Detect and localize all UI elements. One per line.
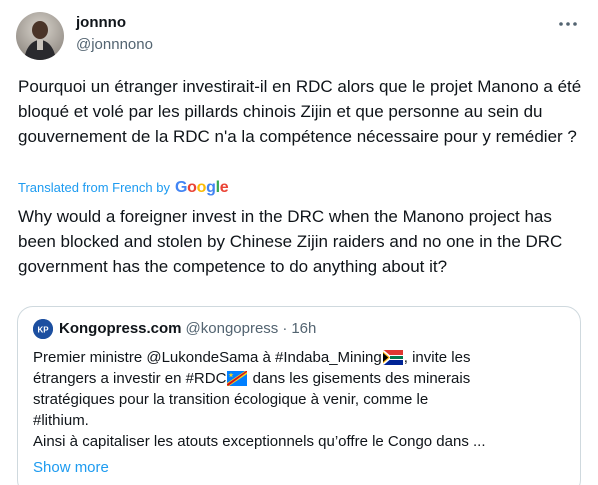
show-more-link[interactable]: Show more bbox=[33, 457, 109, 478]
author-info: jonnno @jonnnono bbox=[76, 13, 153, 55]
tweet-card: jonnno @jonnnono Pourquoi un étranger in… bbox=[0, 0, 598, 485]
translated-from-label[interactable]: Translated from French by bbox=[18, 179, 170, 197]
more-options-button[interactable] bbox=[556, 14, 580, 34]
more-horizontal-icon bbox=[559, 22, 577, 26]
quoted-tweet[interactable]: KP Kongopress.com @kongopress · 16h Prem… bbox=[17, 306, 581, 485]
avatar-photo-icon bbox=[16, 12, 64, 60]
quote-line-3: stratégiques pour la transition écologiq… bbox=[33, 391, 429, 408]
quote-line-5: Ainsi à capitaliser les atouts exception… bbox=[33, 433, 486, 450]
quote-avatar-text: KP bbox=[37, 326, 49, 335]
google-logo: Google bbox=[174, 179, 229, 196]
author-handle[interactable]: @jonnnono bbox=[76, 35, 153, 55]
quote-line-1: Premier ministre @LukondeSama à #Indaba_… bbox=[33, 347, 563, 368]
kongopress-logo-svg: KP bbox=[33, 319, 53, 339]
south-africa-flag-icon bbox=[382, 350, 403, 365]
quote-timestamp[interactable]: 16h bbox=[291, 319, 316, 339]
translation-attribution: Translated from French by Google bbox=[18, 179, 229, 197]
quote-handle[interactable]: @kongopress bbox=[186, 319, 279, 339]
author-avatar[interactable] bbox=[16, 12, 64, 60]
quote-display-name[interactable]: Kongopress.com bbox=[59, 319, 182, 339]
quote-line-2-end: dans les gisements des minerais bbox=[248, 370, 471, 387]
quote-line-1-end: , invite les bbox=[403, 349, 471, 366]
author-display-name[interactable]: jonnno bbox=[76, 13, 153, 33]
quote-line-2-start: étrangers a investir en #RDC bbox=[33, 370, 227, 387]
quote-line-1-start: Premier ministre @LukondeSama à #Indaba_… bbox=[33, 349, 382, 366]
quote-separator: · bbox=[282, 320, 288, 337]
tweet-original-text: Pourquoi un étranger investirait-il en R… bbox=[18, 77, 582, 146]
tweet-translation-text: Why would a foreigner invest in the DRC … bbox=[18, 207, 563, 276]
quote-line-4: #lithium. bbox=[33, 412, 89, 429]
kongopress-logo-icon[interactable]: KP bbox=[33, 319, 53, 339]
quote-body: Premier ministre @LukondeSama à #Indaba_… bbox=[33, 347, 563, 452]
drc-flag-icon bbox=[227, 371, 248, 386]
quote-line-2: étrangers a investir en #RDC dans les gi… bbox=[33, 368, 563, 389]
quote-header: KP Kongopress.com @kongopress · 16h bbox=[33, 319, 316, 339]
